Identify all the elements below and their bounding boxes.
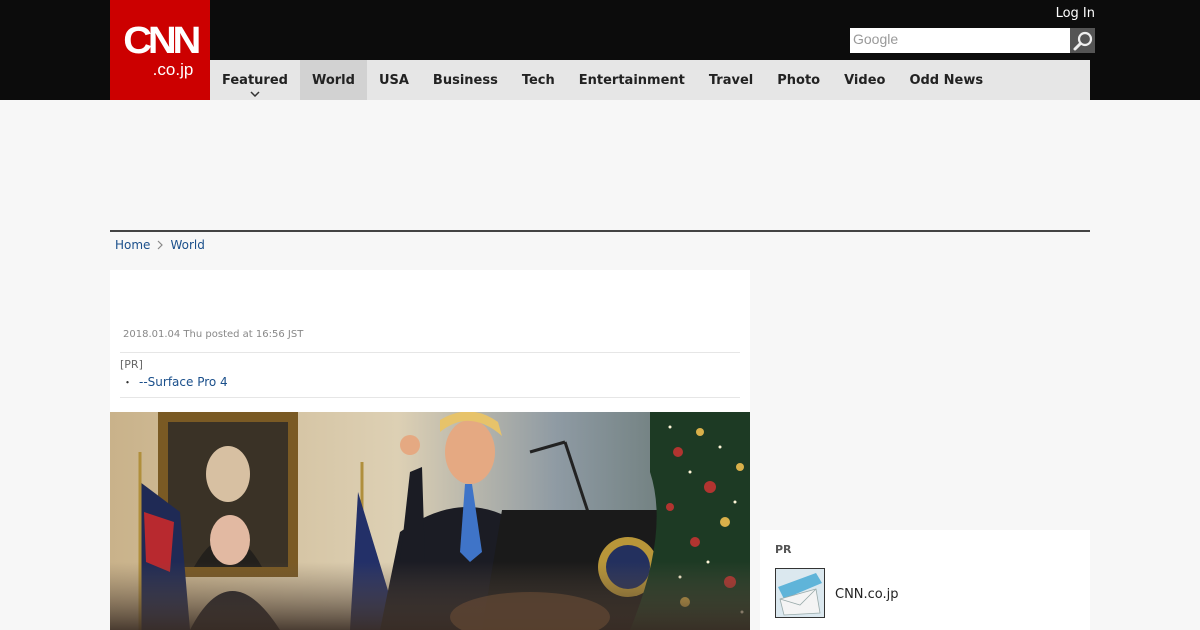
breadcrumb-home-link[interactable]: Home bbox=[115, 238, 150, 252]
nav-item-odd-news[interactable]: Odd News bbox=[897, 60, 995, 100]
nav-item-entertainment[interactable]: Entertainment bbox=[567, 60, 697, 100]
breadcrumb-world-link[interactable]: World bbox=[170, 238, 204, 252]
nav-item-featured[interactable]: Featured bbox=[210, 60, 300, 100]
nav-item-label: USA bbox=[378, 72, 409, 88]
top-ad-space bbox=[110, 100, 1090, 230]
nav-item-label: Photo bbox=[777, 72, 821, 88]
nav-item-usa[interactable]: USA bbox=[367, 60, 421, 100]
nav-item-label: Video bbox=[844, 72, 886, 88]
sidebar-pr-heading: PR bbox=[775, 543, 792, 556]
pr-label: [PR] bbox=[120, 358, 143, 371]
login-link[interactable]: Log In bbox=[1056, 6, 1095, 21]
logo-brand-text: CNN bbox=[123, 19, 201, 62]
nav-item-photo[interactable]: Photo bbox=[765, 60, 832, 100]
chevron-right-icon bbox=[157, 240, 164, 250]
bullet: ・ bbox=[122, 376, 133, 389]
nav-item-label: Travel bbox=[708, 72, 754, 88]
search-input[interactable] bbox=[850, 28, 1070, 53]
nav-item-tech[interactable]: Tech bbox=[510, 60, 567, 100]
search-form bbox=[850, 28, 1095, 53]
pr-link[interactable]: --Surface Pro 4 bbox=[139, 375, 228, 389]
sidebar-pr-box: PR CNN.co.jp bbox=[760, 530, 1090, 630]
section-divider bbox=[110, 230, 1090, 232]
search-icon bbox=[1073, 31, 1092, 50]
nav-item-travel[interactable]: Travel bbox=[697, 60, 765, 100]
nav-item-label: Entertainment bbox=[578, 72, 685, 88]
divider bbox=[120, 352, 740, 353]
nav-item-video[interactable]: Video bbox=[832, 60, 897, 100]
search-button[interactable] bbox=[1070, 28, 1095, 53]
pr-item-label[interactable]: CNN.co.jp bbox=[835, 587, 899, 602]
article-photo[interactable] bbox=[110, 412, 750, 630]
pr-item: ・ --Surface Pro 4 bbox=[120, 374, 740, 390]
article-card: 2018.01.04 Thu posted at 16:56 JST [PR] … bbox=[110, 270, 750, 630]
envelope-icon bbox=[776, 569, 824, 617]
logo-domain-text: .co.jp bbox=[152, 59, 194, 79]
nav-item-label: Tech bbox=[521, 72, 555, 88]
divider bbox=[120, 397, 740, 398]
cnn-logo[interactable]: CNN .co.jp bbox=[110, 0, 210, 100]
nav-item-label: World bbox=[311, 72, 355, 88]
pr-block: [PR] ・ --Surface Pro 4 bbox=[120, 352, 740, 398]
posted-timestamp: 2018.01.04 Thu posted at 16:56 JST bbox=[123, 329, 304, 340]
main-nav: Featured World USA Business Tech Enterta… bbox=[210, 60, 1090, 100]
nav-item-label: Business bbox=[432, 72, 498, 88]
nav-item-world[interactable]: World bbox=[299, 60, 367, 100]
nav-item-business[interactable]: Business bbox=[421, 60, 510, 100]
chevron-down-icon bbox=[250, 91, 260, 97]
nav-item-label: Featured bbox=[222, 72, 288, 88]
pr-thumbnail[interactable] bbox=[775, 568, 825, 618]
nav-item-label: Odd News bbox=[909, 72, 984, 88]
breadcrumb: Home World bbox=[115, 238, 205, 252]
